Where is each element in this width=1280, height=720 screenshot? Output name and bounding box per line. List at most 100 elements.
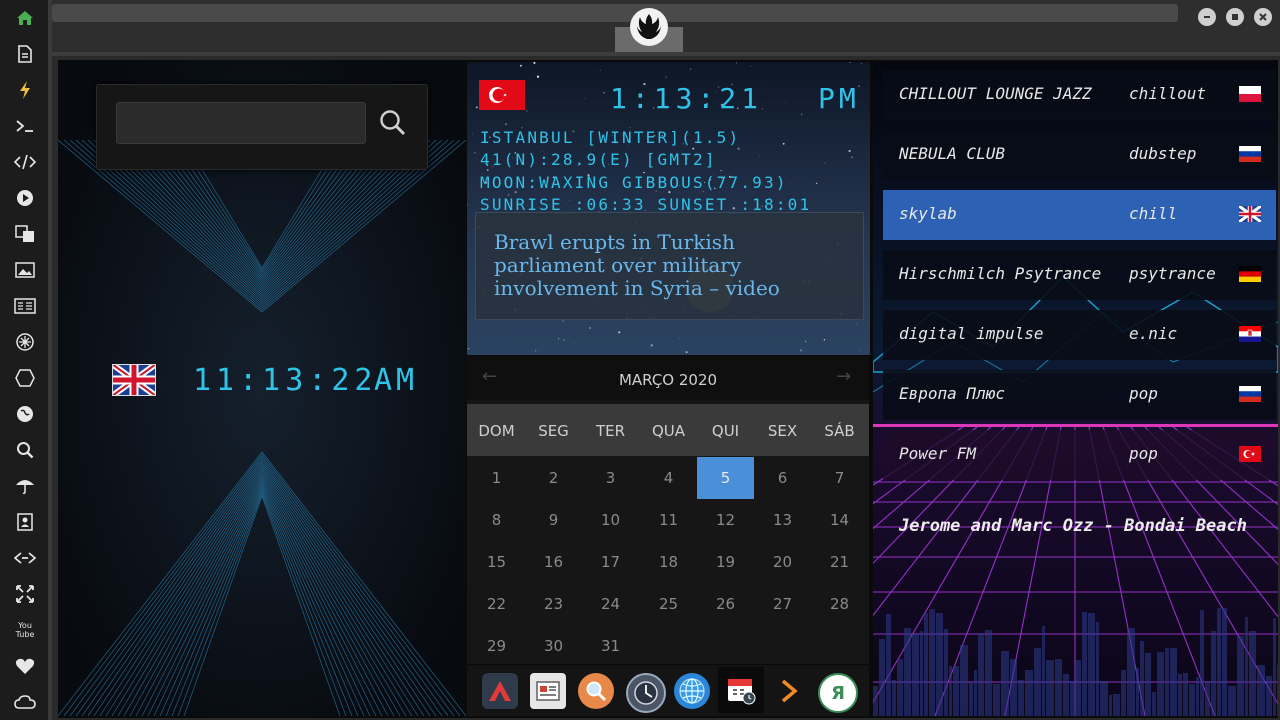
radio-station-item[interactable]: Power FM pop (883, 430, 1276, 480)
cloud-icon[interactable] (12, 689, 38, 715)
calendar-day[interactable]: 30 (525, 625, 582, 667)
calendar-day-today[interactable]: 5 (697, 457, 754, 499)
translate-icon[interactable] (12, 221, 38, 247)
contacts-icon[interactable] (12, 509, 38, 535)
apex-icon[interactable] (482, 673, 518, 709)
calendar-day[interactable]: 20 (754, 541, 811, 583)
russia-flag-icon (1239, 146, 1261, 162)
globe-icon[interactable] (12, 401, 38, 427)
newspaper-icon[interactable] (530, 673, 566, 709)
turkey-flag-icon (1239, 446, 1261, 462)
calendar-day[interactable]: 28 (811, 583, 868, 625)
lightning-icon[interactable] (12, 77, 38, 103)
weekday-label: DOM (478, 422, 515, 440)
calendar-day[interactable]: 8 (468, 499, 525, 541)
weekday-label: SÁB (824, 422, 855, 440)
rebel-alliance-logo-icon[interactable] (630, 8, 668, 46)
calendar-day[interactable]: 11 (640, 499, 697, 541)
umbrella-icon[interactable] (12, 473, 38, 499)
settings-icon[interactable] (12, 329, 38, 355)
search-app-icon[interactable] (578, 673, 614, 709)
close-button[interactable] (1254, 8, 1272, 26)
calendar-day[interactable]: 15 (468, 541, 525, 583)
calendar-day[interactable]: 1 (468, 457, 525, 499)
calendar-day[interactable]: 10 (582, 499, 639, 541)
expand-icon[interactable] (12, 581, 38, 607)
station-name: digital impulse (899, 324, 1044, 343)
news-icon[interactable] (12, 293, 38, 319)
calendar-day[interactable]: 26 (697, 583, 754, 625)
radio-station-item[interactable]: Европа Плюс pop (883, 370, 1276, 420)
minimize-button[interactable] (1198, 8, 1216, 26)
moon-phase-line: MOON:WAXING GIBBOUS(77.93) (480, 173, 788, 192)
calendar-day[interactable]: 3 (582, 457, 639, 499)
calendar-day[interactable]: 17 (582, 541, 639, 583)
search-input[interactable] (116, 102, 366, 144)
calendar-day[interactable]: 24 (582, 583, 639, 625)
calendar-day[interactable]: 25 (640, 583, 697, 625)
calendar-day[interactable]: 22 (468, 583, 525, 625)
link-icon[interactable] (12, 545, 38, 571)
maximize-button[interactable] (1226, 8, 1244, 26)
uk-clock-time: 11:13:22 (193, 363, 378, 398)
coordinates-line: 41(N):28.9(E) [GMT2] (480, 150, 717, 169)
next-icon[interactable] (770, 673, 806, 709)
heart-icon[interactable] (12, 653, 38, 679)
calendar-day[interactable]: 2 (525, 457, 582, 499)
image-icon[interactable] (12, 257, 38, 283)
radio-station-item[interactable]: CHILLOUT LOUNGE JAZZ chillout (883, 70, 1276, 120)
radio-station-item[interactable]: NEBULA CLUB dubstep (883, 130, 1276, 180)
calendar-day[interactable]: 31 (582, 625, 639, 667)
address-bar[interactable] (52, 4, 1178, 22)
calendar-app-icon[interactable] (718, 667, 764, 713)
calendar-day[interactable]: 18 (640, 541, 697, 583)
calendar-day[interactable]: 12 (697, 499, 754, 541)
uk-flag-icon (110, 361, 158, 400)
station-genre: psytrance (1129, 264, 1216, 283)
now-playing-track: Jerome and Marc Ozz - Bondai Beach (899, 516, 1247, 536)
station-genre: pop (1129, 384, 1158, 403)
clock-app-icon[interactable] (626, 673, 666, 713)
magnifier-icon (380, 110, 406, 136)
hexagon-icon[interactable] (12, 365, 38, 391)
germany-flag-icon (1239, 266, 1261, 282)
news-headline[interactable]: Brawl erupts in Turkish parliament over … (494, 231, 849, 300)
top-divider (52, 52, 1280, 56)
radio-station-item-selected[interactable]: skylab chill (883, 190, 1276, 240)
calendar-day[interactable]: 27 (754, 583, 811, 625)
city-season-line: ISTANBUL [WINTER](1.5) (480, 128, 741, 147)
document-icon[interactable] (12, 41, 38, 67)
calendar-day[interactable]: 13 (754, 499, 811, 541)
station-name: CHILLOUT LOUNGE JAZZ (899, 84, 1092, 103)
calendar-day[interactable]: 29 (468, 625, 525, 667)
calendar-day[interactable]: 14 (811, 499, 868, 541)
terminal-icon[interactable] (12, 113, 38, 139)
code-icon[interactable] (12, 149, 38, 175)
russia-flag-icon (1239, 386, 1261, 402)
turkey-clock-ampm: PM (818, 82, 860, 115)
app-dock (467, 665, 869, 716)
station-name: skylab (899, 204, 957, 223)
youtube-icon[interactable]: You Tube (12, 617, 38, 643)
play-icon[interactable] (12, 185, 38, 211)
home-icon[interactable] (12, 5, 38, 31)
sidebar-scrollbar[interactable] (48, 0, 52, 720)
yandex-icon[interactable]: Я (818, 673, 858, 713)
calendar-day[interactable]: 19 (697, 541, 754, 583)
station-name: Hirschmilch Psytrance (899, 264, 1102, 283)
search-icon[interactable] (12, 437, 38, 463)
calendar-day[interactable]: 4 (640, 457, 697, 499)
calendar-day[interactable]: 7 (811, 457, 868, 499)
radio-station-item[interactable]: digital impulse e.nic (883, 310, 1276, 360)
uk-flag-icon (1239, 206, 1261, 222)
browser-icon[interactable] (674, 673, 710, 709)
weekday-label: QUI (711, 422, 740, 440)
calendar-day[interactable]: 9 (525, 499, 582, 541)
calendar-day[interactable]: 6 (754, 457, 811, 499)
calendar-day[interactable]: 21 (811, 541, 868, 583)
calendar-day[interactable]: 23 (525, 583, 582, 625)
search-button[interactable] (374, 104, 412, 142)
calendar-day[interactable]: 16 (525, 541, 582, 583)
radio-station-item[interactable]: Hirschmilch Psytrance psytrance (883, 250, 1276, 300)
next-month-arrow-icon[interactable]: → (836, 366, 851, 387)
